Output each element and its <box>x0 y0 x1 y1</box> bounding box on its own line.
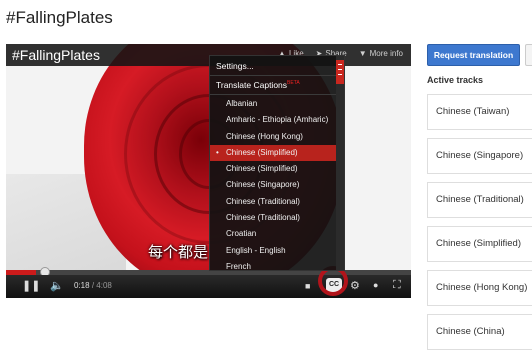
language-label: Chinese (Hong Kong) <box>226 131 303 141</box>
active-tracks-heading: Active tracks <box>427 75 484 85</box>
more-info-button[interactable]: ▼ More info <box>359 49 403 58</box>
language-menu-item[interactable]: • Chinese (Simplified) <box>210 144 338 162</box>
request-translation-button[interactable]: Request translation <box>427 44 520 66</box>
language-menu-item[interactable]: Chinese (Traditional) <box>210 210 338 226</box>
active-track-item[interactable]: Chinese (China) <box>427 314 532 350</box>
language-label: English - English <box>226 245 286 255</box>
player-controls: ❚❚ 🔈 0:18 / 4:08 ■ CC ⚙ ● ⛶ <box>6 275 411 298</box>
language-label: Chinese (Simplified) <box>226 164 298 174</box>
language-menu-item[interactable]: Chinese (Simplified) <box>210 161 338 177</box>
active-track-item[interactable]: Chinese (Simplified) <box>427 226 532 262</box>
annotations-icon[interactable]: ■ <box>305 281 310 291</box>
language-label: Albanian <box>226 99 258 108</box>
beta-badge: BETA <box>287 80 300 87</box>
language-label: Croatian <box>226 229 257 239</box>
page-title: #FallingPlates <box>6 8 113 27</box>
language-menu-item[interactable]: French <box>210 259 338 271</box>
settings-gear-icon[interactable]: ⚙ <box>350 279 360 292</box>
menu-scrollbar[interactable] <box>336 56 344 270</box>
time-display: 0:18 / 4:08 <box>74 281 112 290</box>
language-label: Chinese (Singapore) <box>226 180 300 190</box>
secondary-button[interactable] <box>525 44 532 66</box>
language-menu-item[interactable]: Chinese (Hong Kong) <box>210 129 338 145</box>
volume-icon[interactable]: 🔈 <box>50 279 64 292</box>
more-info-label: More info <box>369 49 403 58</box>
language-label: Chinese (Simplified) <box>226 147 298 157</box>
language-label: Chinese (Traditional) <box>226 196 300 206</box>
language-list: Albanian Amharic - Ethiopia (Amharic) Chin… <box>210 96 338 271</box>
caption-text: 每个都是 <box>148 244 209 261</box>
language-label: French <box>226 261 251 271</box>
language-label: Amharic - Ethiopia (Amharic) <box>226 115 329 125</box>
captions-menu: Settings... Translate CaptionsBETA Alban… <box>209 55 345 271</box>
info-circle-icon[interactable]: ● <box>373 280 378 290</box>
language-menu-item[interactable]: Albanian <box>210 96 338 112</box>
language-menu-item[interactable]: English - English <box>210 243 338 259</box>
language-menu-item[interactable]: Croatian <box>210 226 338 242</box>
pause-icon[interactable]: ❚❚ <box>22 279 40 292</box>
selected-dot-icon: • <box>216 147 219 157</box>
language-menu-item[interactable]: Chinese (Singapore) <box>210 177 338 193</box>
current-time: 0:18 <box>74 281 90 290</box>
language-menu-item[interactable]: Chinese (Traditional) <box>210 194 338 210</box>
active-track-item[interactable]: Chinese (Hong Kong) <box>427 270 532 306</box>
active-track-item[interactable]: Chinese (Traditional) <box>427 182 532 218</box>
active-track-item[interactable]: Chinese (Taiwan) <box>427 94 532 130</box>
language-menu-item[interactable]: Amharic - Ethiopia (Amharic) <box>210 112 338 128</box>
video-title[interactable]: #FallingPlates <box>12 47 100 63</box>
translate-captions-label: Translate Captions <box>216 80 288 90</box>
active-track-item[interactable]: Chinese (Singapore) <box>427 138 532 174</box>
translate-captions-item[interactable]: Translate CaptionsBETA <box>210 80 338 90</box>
settings-menu-item[interactable]: Settings... <box>210 61 338 71</box>
language-label: Chinese (Traditional) <box>226 213 300 223</box>
fullscreen-icon[interactable]: ⛶ <box>393 279 401 292</box>
info-icon: ▼ <box>358 49 367 58</box>
duration: 4:08 <box>96 281 112 290</box>
scrollbar-thumb[interactable] <box>336 60 344 84</box>
